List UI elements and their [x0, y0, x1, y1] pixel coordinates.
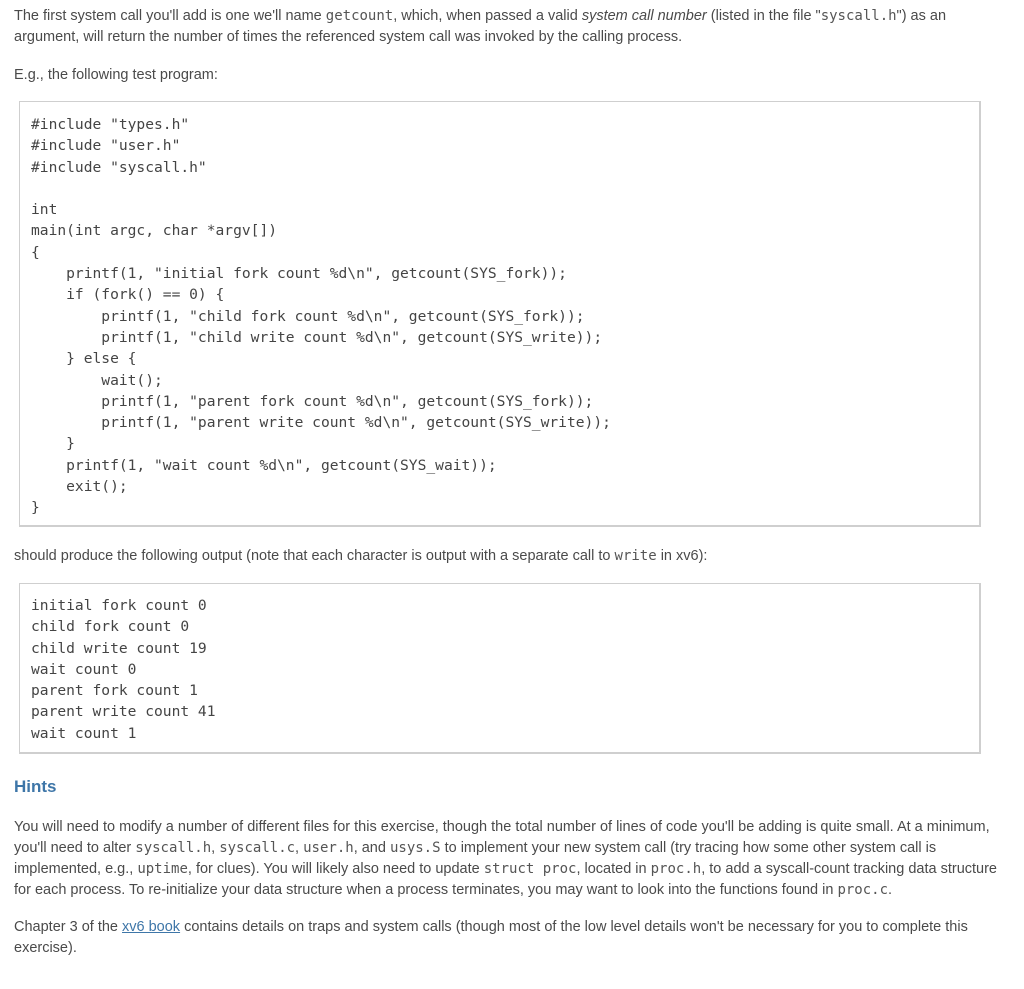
inline-code-user-h: user.h [303, 840, 354, 856]
inline-code-write: write [614, 548, 657, 564]
hints-heading: Hints [14, 777, 57, 796]
intro-paragraph: The first system call you'll add is one … [14, 8, 947, 45]
inline-code-syscall-h: syscall.h [820, 8, 897, 24]
xv6-book-link[interactable]: xv6 book [122, 919, 180, 935]
chapter-reference-paragraph: Chapter 3 of the xv6 book contains detai… [14, 919, 968, 956]
inline-code-syscall-h: syscall.h [135, 840, 212, 856]
test-program-code-block: #include "types.h" #include "user.h" #in… [19, 101, 981, 527]
inline-code-proc-h: proc.h [650, 861, 702, 877]
emphasis-system-call-number: system call number [581, 8, 707, 24]
inline-code-uptime: uptime [137, 861, 188, 877]
output-intro-paragraph: should produce the following output (not… [14, 548, 708, 564]
inline-code-usys-s: usys.S [389, 840, 441, 856]
expected-output: initial fork count 0 child fork count 0 … [31, 597, 216, 742]
expected-output-code-block: initial fork count 0 child fork count 0 … [19, 583, 981, 754]
inline-code-syscall-c: syscall.c [219, 840, 296, 856]
inline-code-struct-proc: struct proc [483, 861, 577, 877]
document-page: The first system call you'll add is one … [0, 0, 1024, 959]
test-program-code: #include "types.h" #include "user.h" #in… [31, 116, 611, 517]
inline-code-proc-c: proc.c [837, 882, 889, 898]
inline-code-getcount: getcount [325, 8, 394, 24]
example-intro: E.g., the following test program: [14, 67, 218, 83]
hints-paragraph: You will need to modify a number of diff… [14, 819, 997, 898]
